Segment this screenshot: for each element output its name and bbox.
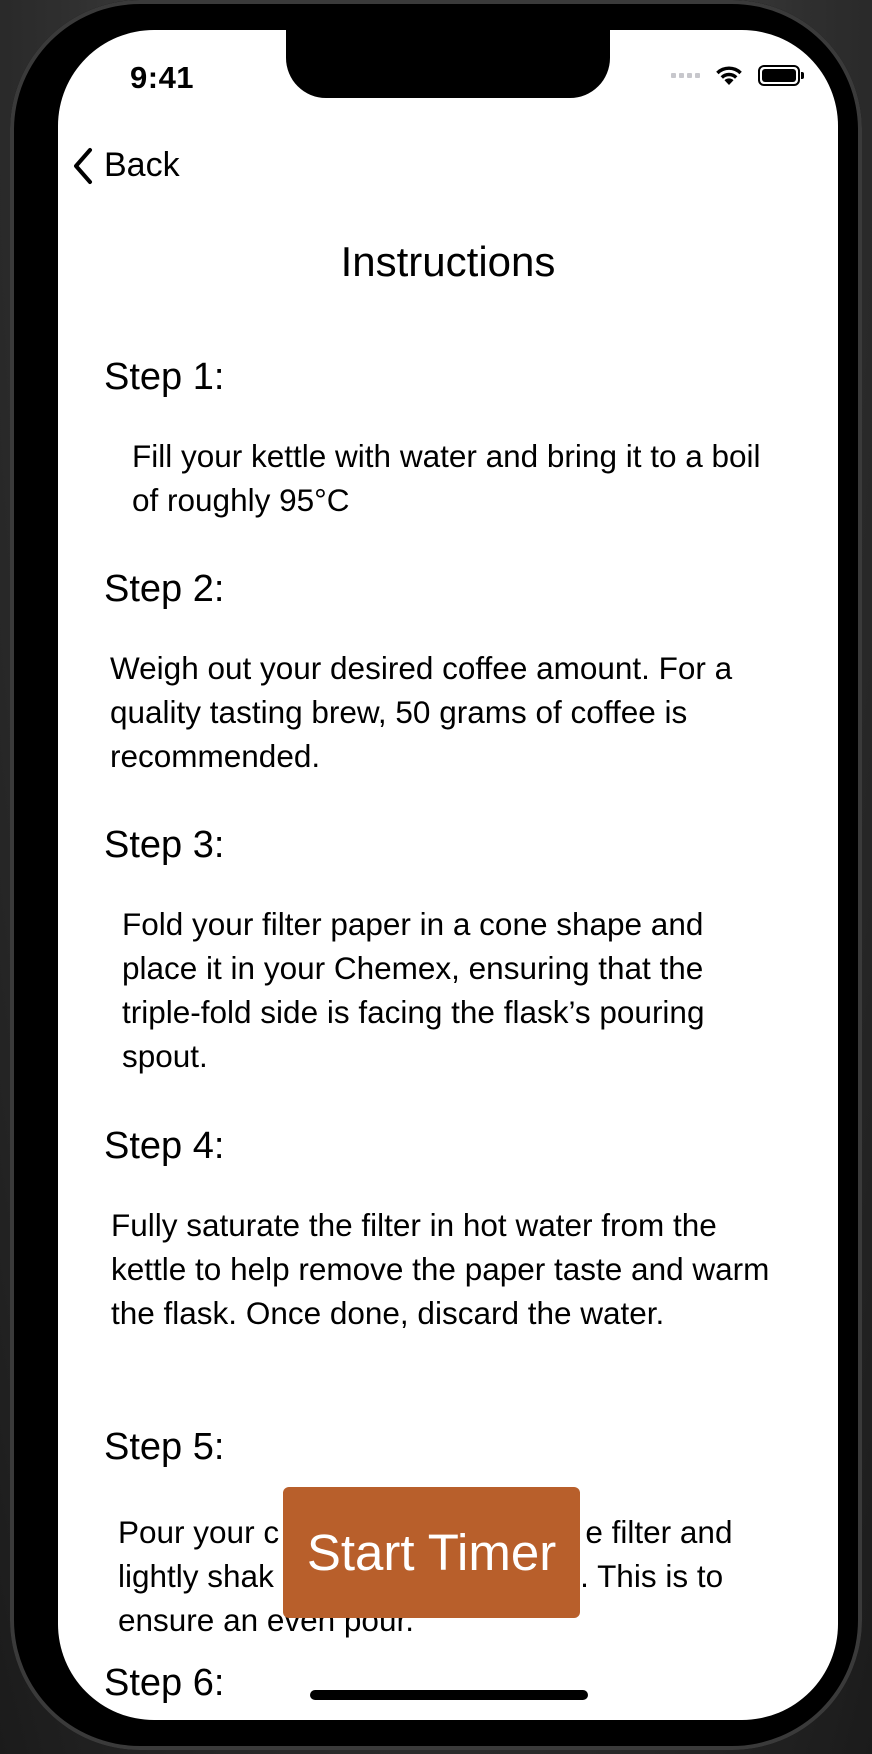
step-1-body: Fill your kettle with water and bring it… bbox=[132, 438, 761, 518]
battery-icon bbox=[758, 64, 804, 86]
status-time: 9:41 bbox=[130, 60, 195, 95]
step-4-heading: Step 4: bbox=[104, 1125, 225, 1167]
app-screen: 9:41 Back Instructions Step 1: Fill your… bbox=[58, 30, 838, 1720]
start-timer-button[interactable]: Start Timer bbox=[283, 1487, 580, 1618]
cellular-signal-icon bbox=[671, 72, 700, 78]
step-4-body: Fully saturate the filter in hot water f… bbox=[111, 1207, 770, 1331]
step-5-heading: Step 5: bbox=[104, 1426, 225, 1468]
device-frame: 9:41 Back Instructions Step 1: Fill your… bbox=[0, 0, 872, 1754]
back-button[interactable]: Back bbox=[72, 146, 180, 185]
step-1-heading: Step 1: bbox=[104, 356, 225, 398]
status-icons bbox=[671, 64, 804, 86]
step-2-body: Weigh out your desired coffee amount. Fo… bbox=[110, 650, 733, 774]
step-3-body: Fold your filter paper in a cone shape a… bbox=[122, 906, 705, 1074]
home-indicator[interactable] bbox=[310, 1690, 588, 1700]
wifi-icon bbox=[716, 66, 742, 85]
step-3-heading: Step 3: bbox=[104, 824, 225, 866]
device-bezel: 9:41 Back Instructions Step 1: Fill your… bbox=[10, 0, 862, 1750]
device-notch bbox=[286, 30, 610, 98]
page-title: Instructions bbox=[340, 238, 556, 285]
step-2-heading: Step 2: bbox=[104, 568, 225, 610]
step-6-heading: Step 6: bbox=[104, 1662, 225, 1704]
back-label: Back bbox=[104, 146, 180, 184]
chevron-left-icon bbox=[74, 147, 92, 184]
